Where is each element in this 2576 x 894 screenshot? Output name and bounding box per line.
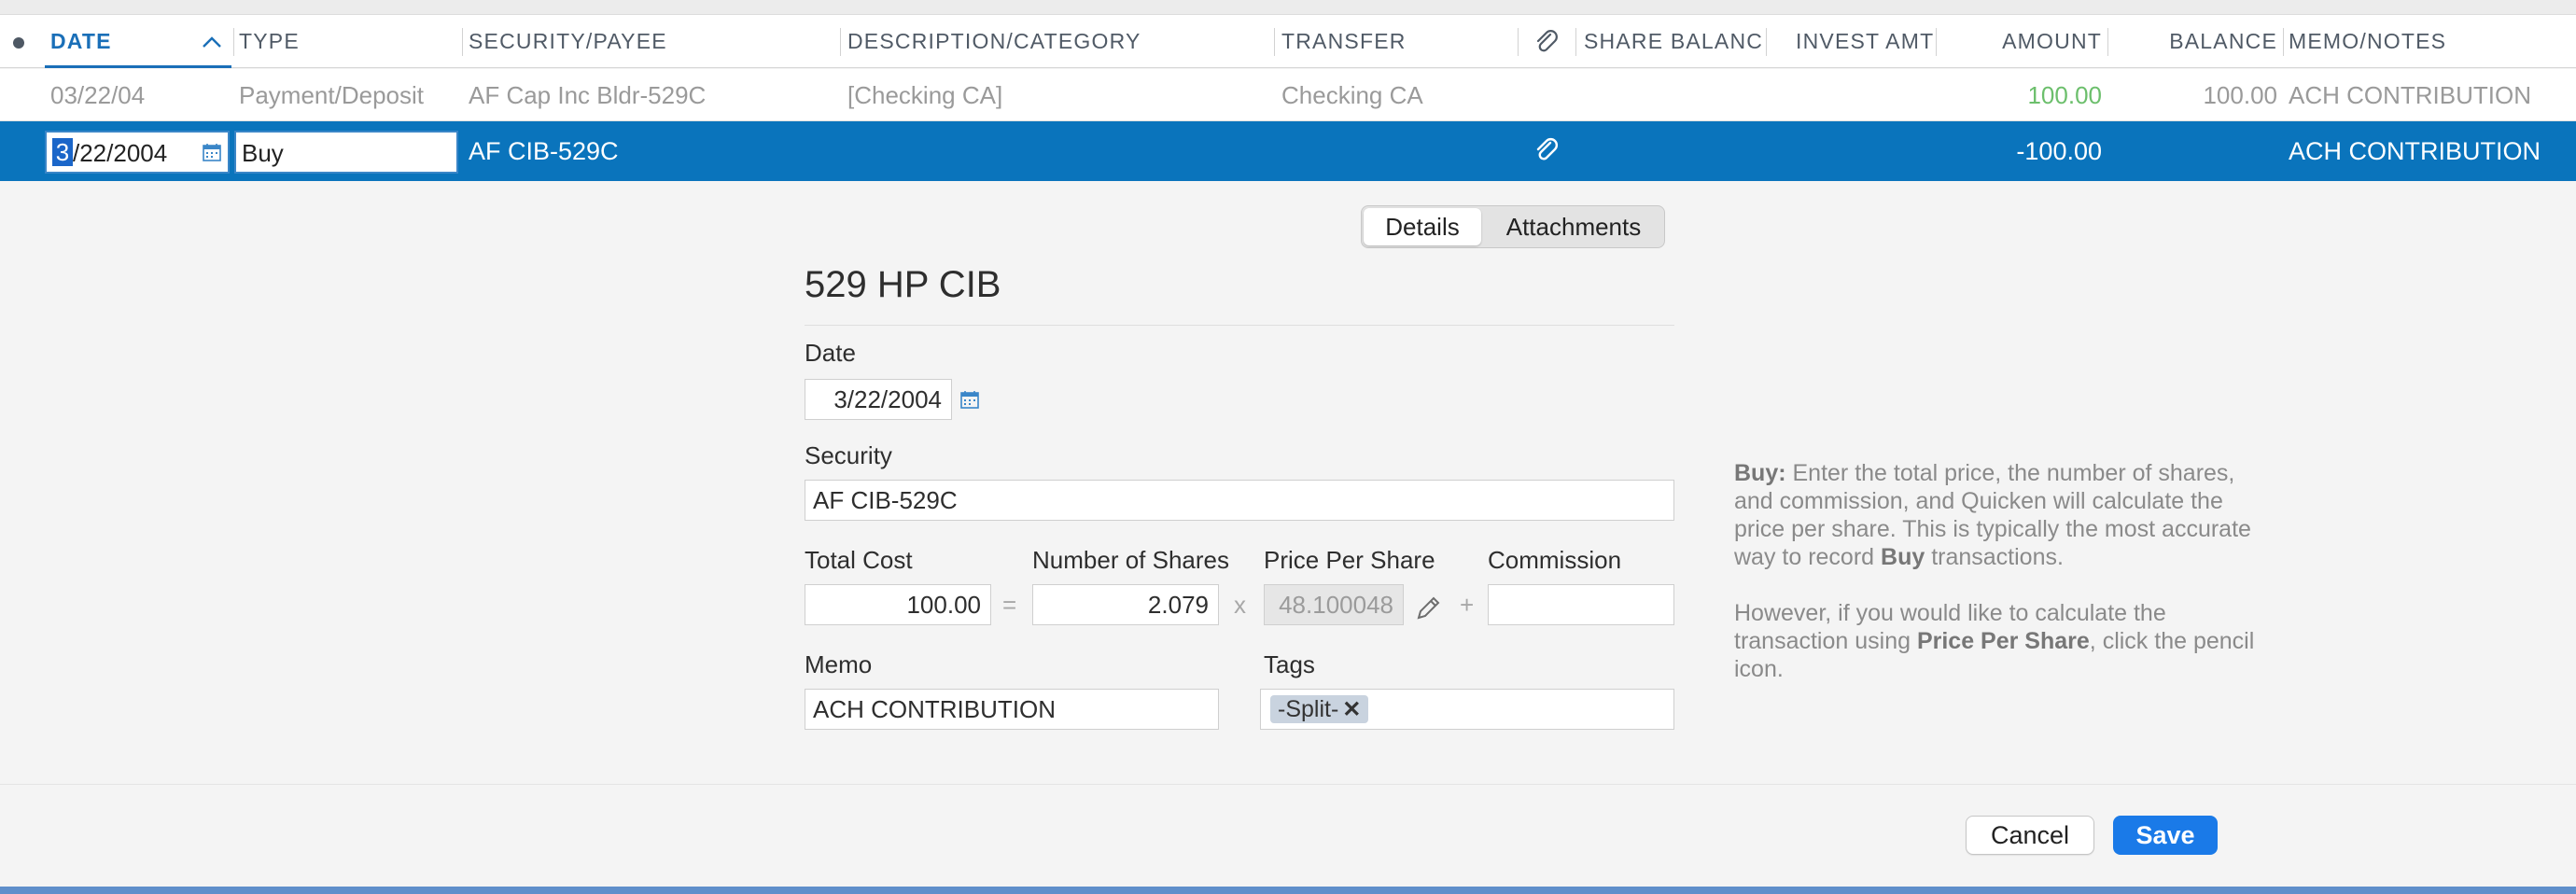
total-cost-label: Total Cost bbox=[805, 546, 913, 574]
row-category: [Checking CA] bbox=[847, 81, 1003, 109]
selected-table-row[interactable]: 3 /22/2004 Buy AF CIB-529C -100.00 ACH C… bbox=[0, 121, 2576, 181]
total-cost-field[interactable]: 100.00 bbox=[805, 584, 991, 625]
column-date[interactable]: DATE bbox=[50, 15, 190, 68]
price-per-share-field: 48.100048 bbox=[1264, 584, 1404, 625]
number-of-shares-label: Number of Shares bbox=[1032, 546, 1229, 574]
security-field[interactable]: AF CIB-529C bbox=[805, 480, 1674, 521]
price-per-share-label: Price Per Share bbox=[1264, 546, 1435, 574]
column-divider[interactable] bbox=[2283, 28, 2284, 56]
cancel-button[interactable]: Cancel bbox=[1966, 816, 2094, 855]
row-type: Payment/Deposit bbox=[239, 81, 424, 109]
date-label: Date bbox=[805, 339, 856, 367]
column-balance[interactable]: BALANCE bbox=[2147, 15, 2277, 68]
type-input-value: Buy bbox=[242, 139, 284, 167]
memo-field-value: ACH CONTRIBUTION bbox=[813, 695, 1056, 723]
tag-chip-label: -Split- bbox=[1278, 696, 1339, 722]
attachment-column-icon[interactable] bbox=[1531, 26, 1562, 58]
tab-attachments[interactable]: Attachments bbox=[1485, 208, 1662, 245]
register-window: DATE TYPE SECURITY/PAYEE DESCRIPTION/CAT… bbox=[0, 0, 2576, 894]
calendar-icon[interactable] bbox=[202, 142, 222, 162]
detail-tab-control: Details Attachments bbox=[1361, 205, 1665, 248]
column-divider[interactable] bbox=[1766, 28, 1767, 56]
tags-field[interactable]: -Split- ✕ bbox=[1260, 689, 1674, 730]
column-divider[interactable] bbox=[233, 28, 234, 56]
number-of-shares-field[interactable]: 2.079 bbox=[1032, 584, 1219, 625]
price-per-share-value: 48.100048 bbox=[1279, 591, 1393, 619]
help-text-1-end: transactions. bbox=[1925, 544, 2064, 570]
row-date-input[interactable]: 3 /22/2004 bbox=[45, 131, 230, 174]
row-amount[interactable]: -100.00 bbox=[1951, 121, 2102, 181]
row-amount: 100.00 bbox=[2027, 81, 2102, 109]
times-sign: x bbox=[1234, 591, 1246, 619]
row-type-input[interactable]: Buy bbox=[234, 131, 458, 174]
row-memo[interactable]: ACH CONTRIBUTION bbox=[2289, 121, 2541, 181]
date-selected-digit: 3 bbox=[52, 138, 73, 166]
memo-field[interactable]: ACH CONTRIBUTION bbox=[805, 689, 1219, 730]
number-of-shares-value: 2.079 bbox=[1147, 591, 1209, 619]
sort-ascending-icon[interactable] bbox=[200, 30, 224, 54]
table-row[interactable]: 03/22/04 Payment/Deposit AF Cap Inc Bldr… bbox=[0, 69, 2576, 121]
row-date: 03/22/04 bbox=[50, 81, 146, 109]
remove-tag-icon[interactable]: ✕ bbox=[1342, 696, 1361, 724]
row-balance: 100.00 bbox=[2203, 81, 2277, 109]
column-memo-notes[interactable]: MEMO/NOTES bbox=[2289, 15, 2569, 68]
memo-label: Memo bbox=[805, 650, 873, 678]
security-field-value: AF CIB-529C bbox=[813, 486, 958, 514]
row-transfer: Checking CA bbox=[1281, 81, 1423, 109]
commission-label: Commission bbox=[1488, 546, 1622, 574]
column-divider[interactable] bbox=[1274, 28, 1275, 56]
column-divider[interactable] bbox=[1518, 28, 1519, 56]
sort-indicator bbox=[45, 65, 231, 68]
attachment-icon[interactable] bbox=[1531, 134, 1562, 166]
tab-details[interactable]: Details bbox=[1364, 208, 1481, 245]
help-text: Buy: Enter the total price, the number o… bbox=[1734, 459, 2257, 711]
column-invest-amt[interactable]: INVEST AMT bbox=[1796, 15, 1936, 68]
date-field[interactable]: 3/22/2004 bbox=[805, 379, 952, 420]
register-header: DATE TYPE SECURITY/PAYEE DESCRIPTION/CAT… bbox=[0, 15, 2576, 68]
equals-sign: = bbox=[1002, 591, 1017, 619]
column-transfer[interactable]: TRANSFER bbox=[1281, 15, 1505, 68]
plus-sign: + bbox=[1460, 591, 1475, 619]
column-share-balance[interactable]: SHARE BALANCE bbox=[1584, 15, 1763, 68]
pencil-icon[interactable] bbox=[1413, 594, 1443, 623]
help-bold-buy: Buy: bbox=[1734, 460, 1786, 486]
column-description-category[interactable]: DESCRIPTION/CATEGORY bbox=[847, 15, 1267, 68]
total-cost-value: 100.00 bbox=[906, 591, 981, 619]
calendar-icon[interactable] bbox=[959, 389, 980, 410]
column-amount[interactable]: AMOUNT bbox=[1969, 15, 2102, 68]
tag-chip[interactable]: -Split- ✕ bbox=[1270, 695, 1369, 724]
help-bold-buy-2: Buy bbox=[1881, 544, 1925, 570]
window-bottom-edge bbox=[0, 887, 2576, 894]
column-divider[interactable] bbox=[462, 28, 463, 56]
top-strip bbox=[0, 0, 2576, 15]
status-dot-column[interactable] bbox=[13, 37, 24, 49]
tags-label: Tags bbox=[1264, 650, 1315, 678]
row-payee[interactable]: AF CIB-529C bbox=[469, 121, 619, 181]
date-field-value: 3/22/2004 bbox=[833, 385, 942, 413]
row-payee: AF Cap Inc Bldr-529C bbox=[469, 81, 707, 109]
account-title: 529 HP CIB bbox=[805, 264, 1001, 305]
column-security-payee[interactable]: SECURITY/PAYEE bbox=[469, 15, 833, 68]
help-bold-price: Price Per Share bbox=[1916, 628, 2090, 654]
column-type[interactable]: TYPE bbox=[239, 15, 454, 68]
date-input-value: /22/2004 bbox=[73, 139, 168, 167]
column-divider[interactable] bbox=[2107, 28, 2108, 56]
column-divider[interactable] bbox=[840, 28, 841, 56]
column-divider[interactable] bbox=[1575, 28, 1576, 56]
column-divider[interactable] bbox=[1936, 28, 1937, 56]
divider bbox=[0, 784, 2576, 785]
row-memo: ACH CONTRIBUTION bbox=[2289, 81, 2531, 109]
save-button[interactable]: Save bbox=[2113, 816, 2218, 855]
security-label: Security bbox=[805, 441, 892, 469]
divider bbox=[805, 325, 1674, 326]
commission-field[interactable] bbox=[1488, 584, 1674, 625]
